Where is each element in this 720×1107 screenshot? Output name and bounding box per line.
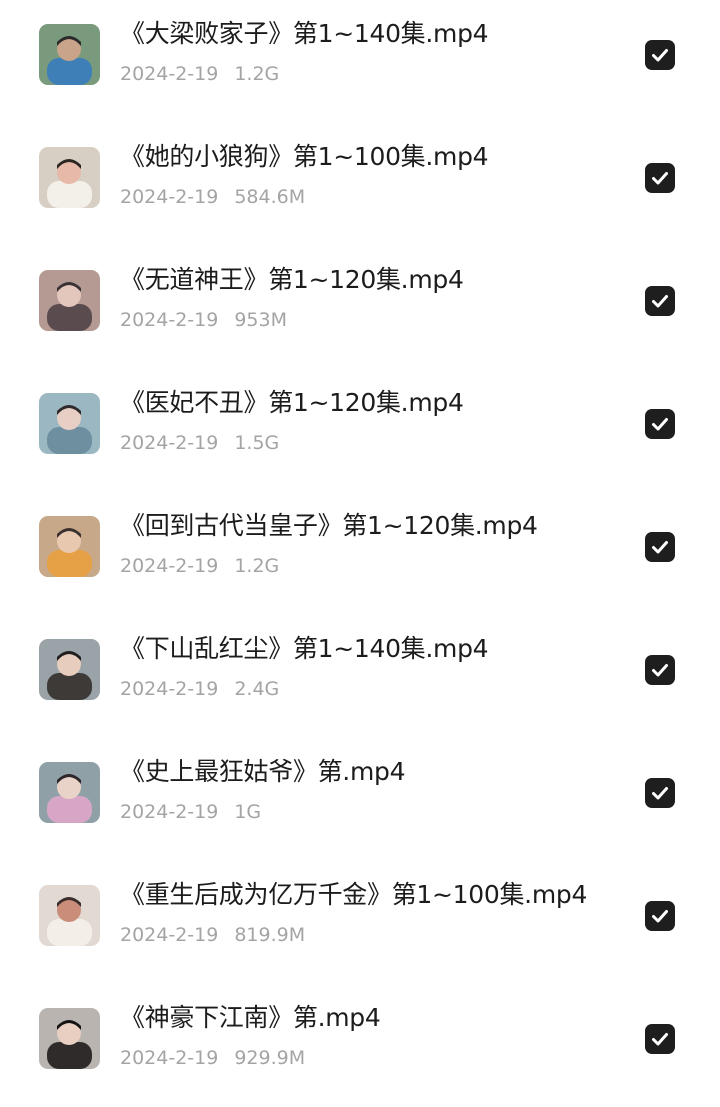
file-size: 1.5G [234, 432, 280, 454]
thumbnail-image [39, 1008, 100, 1069]
file-row[interactable]: 《回到古代当皇子》第1~120集.mp4 2024-2-19 1.2G [0, 492, 720, 615]
file-meta: 2024-2-19 1.2G [120, 553, 279, 579]
select-checkbox[interactable] [645, 778, 675, 808]
file-size: 929.9M [234, 1047, 306, 1069]
thumbnail-image [39, 393, 100, 454]
file-meta: 2024-2-19 2.4G [120, 676, 279, 702]
thumbnail-image [39, 24, 100, 85]
file-date: 2024-2-19 [120, 186, 219, 208]
file-date: 2024-2-19 [120, 678, 219, 700]
check-icon [652, 418, 668, 431]
video-thumbnail [39, 393, 100, 454]
video-thumbnail [39, 762, 100, 823]
file-meta: 2024-2-19 929.9M [120, 1045, 305, 1071]
file-name: 《无道神王》第1~120集.mp4 [120, 265, 464, 294]
file-date: 2024-2-19 [120, 801, 219, 823]
file-row[interactable]: 《史上最狂姑爷》第.mp4 2024-2-19 1G [0, 738, 720, 861]
file-size: 1.2G [234, 63, 280, 85]
video-thumbnail [39, 1008, 100, 1069]
file-meta: 2024-2-19 953M [120, 307, 287, 333]
check-icon [652, 787, 668, 800]
file-meta: 2024-2-19 1.2G [120, 61, 279, 87]
file-size: 1.2G [234, 555, 280, 577]
file-name: 《大梁败家子》第1~140集.mp4 [120, 19, 489, 48]
thumbnail-image [39, 270, 100, 331]
select-checkbox[interactable] [645, 286, 675, 316]
file-name: 《史上最狂姑爷》第.mp4 [120, 757, 406, 786]
select-checkbox[interactable] [645, 409, 675, 439]
file-meta: 2024-2-19 1G [120, 799, 261, 825]
thumbnail-image [39, 885, 100, 946]
file-size: 2.4G [234, 678, 280, 700]
select-checkbox[interactable] [645, 655, 675, 685]
file-size: 584.6M [234, 186, 306, 208]
select-checkbox[interactable] [645, 163, 675, 193]
file-date: 2024-2-19 [120, 555, 219, 577]
check-icon [652, 295, 668, 308]
file-size: 953M [234, 309, 288, 331]
file-date: 2024-2-19 [120, 1047, 219, 1069]
thumbnail-image [39, 516, 100, 577]
check-icon [652, 1033, 668, 1046]
file-name: 《神豪下江南》第.mp4 [120, 1003, 381, 1032]
file-meta: 2024-2-19 584.6M [120, 184, 305, 210]
select-checkbox[interactable] [645, 901, 675, 931]
check-icon [652, 910, 668, 923]
file-row[interactable]: 《神豪下江南》第.mp4 2024-2-19 929.9M [0, 984, 720, 1107]
thumbnail-image [39, 762, 100, 823]
select-checkbox[interactable] [645, 532, 675, 562]
file-row[interactable]: 《医妃不丑》第1~120集.mp4 2024-2-19 1.5G [0, 369, 720, 492]
check-icon [652, 541, 668, 554]
file-row[interactable]: 《下山乱红尘》第1~140集.mp4 2024-2-19 2.4G [0, 615, 720, 738]
select-checkbox[interactable] [645, 1024, 675, 1054]
file-list: 《大梁败家子》第1~140集.mp4 2024-2-19 1.2G 《她的小狼狗》… [0, 0, 720, 1090]
file-name: 《医妃不丑》第1~120集.mp4 [120, 388, 464, 417]
check-icon [652, 664, 668, 677]
select-checkbox[interactable] [645, 40, 675, 70]
check-icon [652, 49, 668, 62]
file-size: 819.9M [234, 924, 306, 946]
file-date: 2024-2-19 [120, 924, 219, 946]
file-row[interactable]: 《她的小狼狗》第1~100集.mp4 2024-2-19 584.6M [0, 123, 720, 246]
thumbnail-image [39, 639, 100, 700]
file-size: 1G [234, 801, 262, 823]
video-thumbnail [39, 639, 100, 700]
video-thumbnail [39, 24, 100, 85]
file-date: 2024-2-19 [120, 63, 219, 85]
file-name: 《重生后成为亿万千金》第1~100集.mp4 [120, 880, 588, 909]
file-row[interactable]: 《重生后成为亿万千金》第1~100集.mp4 2024-2-19 819.9M [0, 861, 720, 984]
file-date: 2024-2-19 [120, 309, 219, 331]
file-name: 《她的小狼狗》第1~100集.mp4 [120, 142, 489, 171]
file-date: 2024-2-19 [120, 432, 219, 454]
file-meta: 2024-2-19 1.5G [120, 430, 279, 456]
thumbnail-image [39, 147, 100, 208]
video-thumbnail [39, 885, 100, 946]
file-name: 《下山乱红尘》第1~140集.mp4 [120, 634, 489, 663]
video-thumbnail [39, 516, 100, 577]
file-row[interactable]: 《无道神王》第1~120集.mp4 2024-2-19 953M [0, 246, 720, 369]
file-meta: 2024-2-19 819.9M [120, 922, 305, 948]
video-thumbnail [39, 147, 100, 208]
file-name: 《回到古代当皇子》第1~120集.mp4 [120, 511, 538, 540]
file-row[interactable]: 《大梁败家子》第1~140集.mp4 2024-2-19 1.2G [0, 0, 720, 123]
check-icon [652, 172, 668, 185]
video-thumbnail [39, 270, 100, 331]
